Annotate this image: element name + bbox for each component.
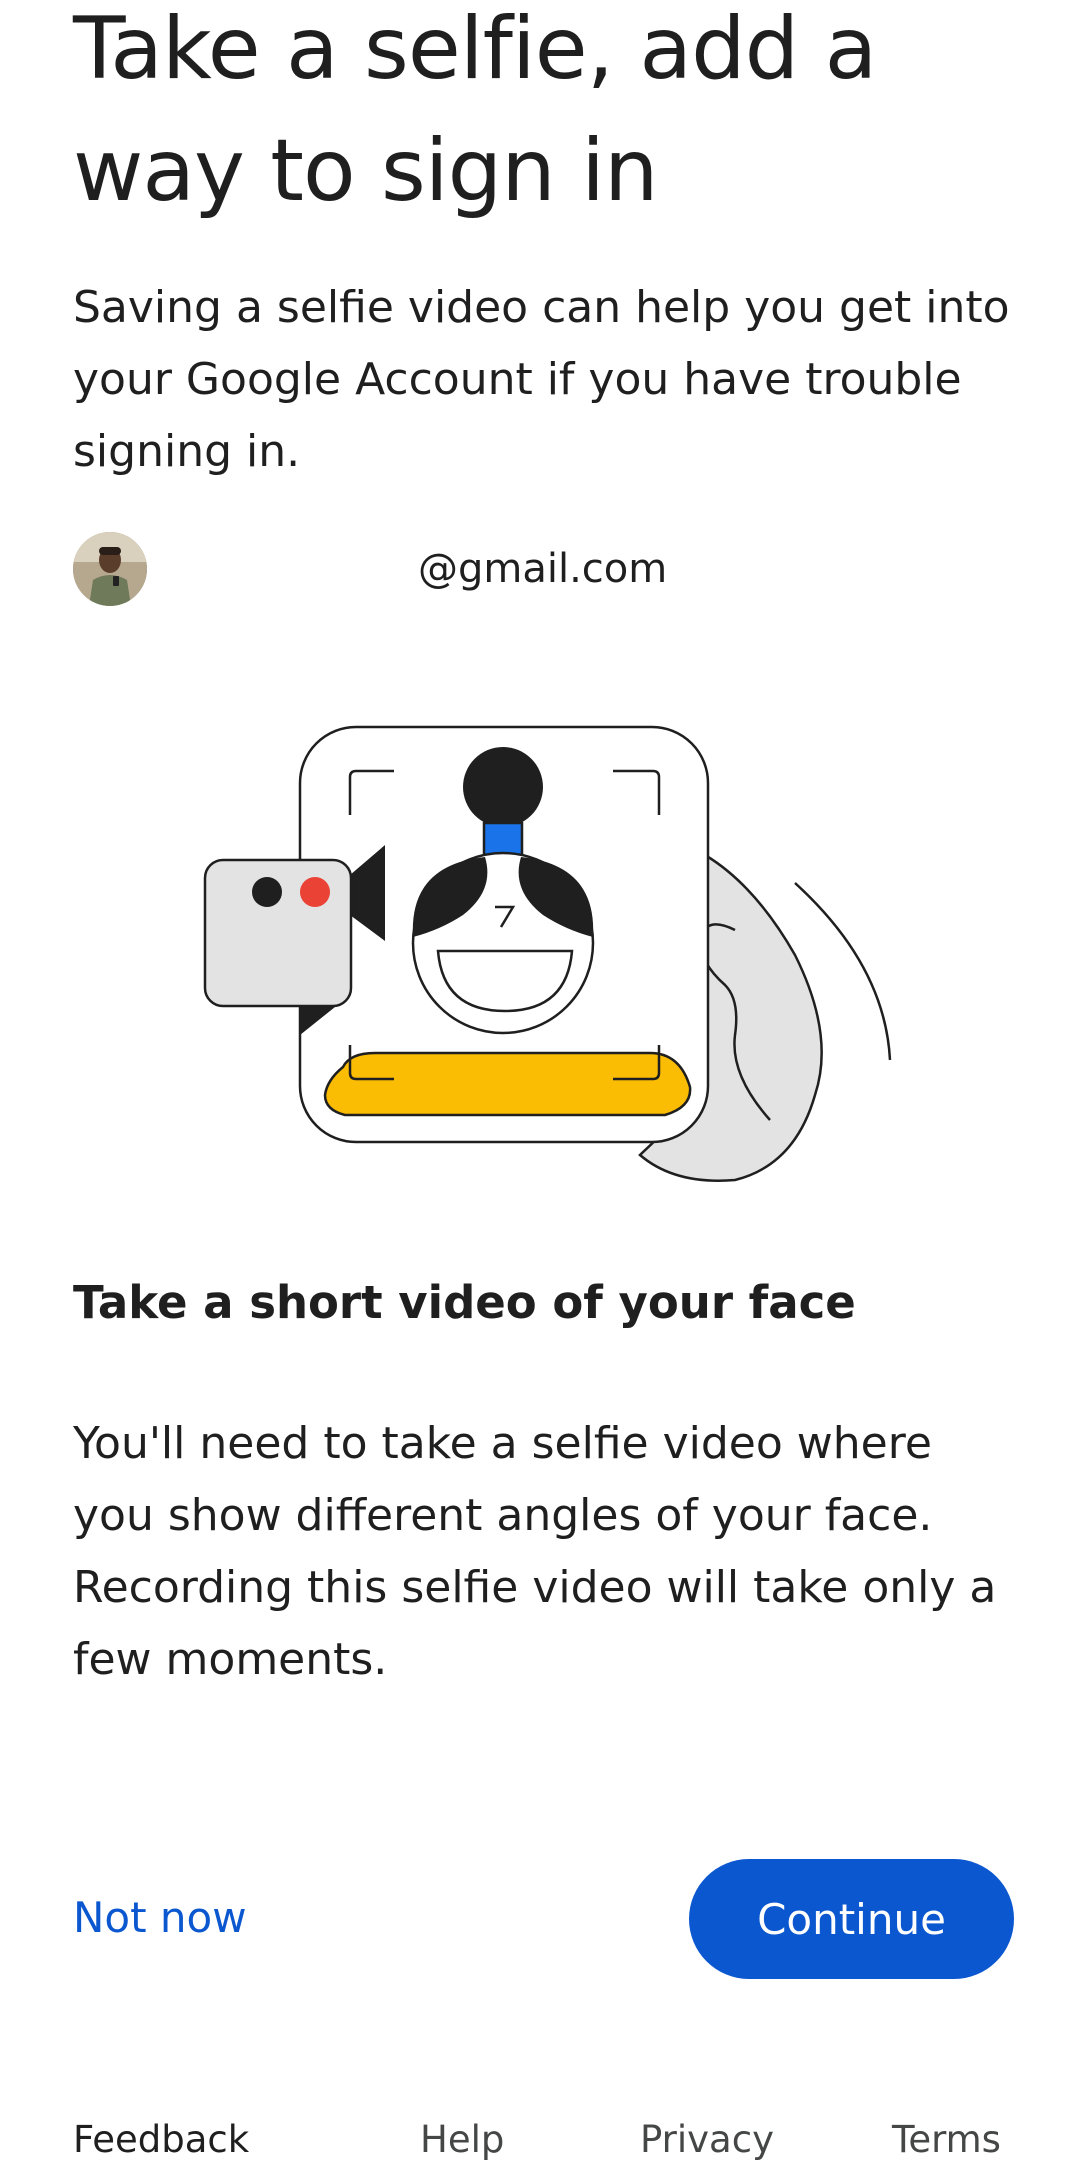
footer-terms-link[interactable]: Terms bbox=[892, 2110, 1001, 2170]
not-now-button[interactable]: Not now bbox=[73, 1878, 247, 1958]
account-email: @gmail.com bbox=[418, 546, 668, 592]
selfie-video-illustration-icon bbox=[203, 725, 892, 1182]
page-title-line-2: way to sign in bbox=[73, 121, 658, 221]
footer-feedback-link[interactable]: Feedback bbox=[73, 2110, 249, 2170]
intro-text: Saving a selfie video can help you get i… bbox=[73, 282, 1010, 477]
footer: Feedback Help Privacy Terms bbox=[0, 2110, 1080, 2170]
section-body: You'll need to take a selfie video where… bbox=[73, 1418, 997, 1685]
page-title-line-1: Take a selfie, add a bbox=[73, 0, 877, 99]
selfie-video-illustration bbox=[195, 715, 895, 1195]
page-title: Take a selfie, add a way to sign in bbox=[73, 0, 973, 232]
avatar bbox=[73, 532, 147, 606]
continue-button[interactable]: Continue bbox=[689, 1859, 1014, 1979]
footer-privacy-link[interactable]: Privacy bbox=[640, 2110, 774, 2170]
footer-help-link[interactable]: Help bbox=[420, 2110, 504, 2170]
account-row: @gmail.com bbox=[73, 532, 1007, 606]
user-avatar-photo-icon bbox=[73, 532, 147, 606]
section-heading: Take a short video of your face bbox=[73, 1276, 856, 1329]
